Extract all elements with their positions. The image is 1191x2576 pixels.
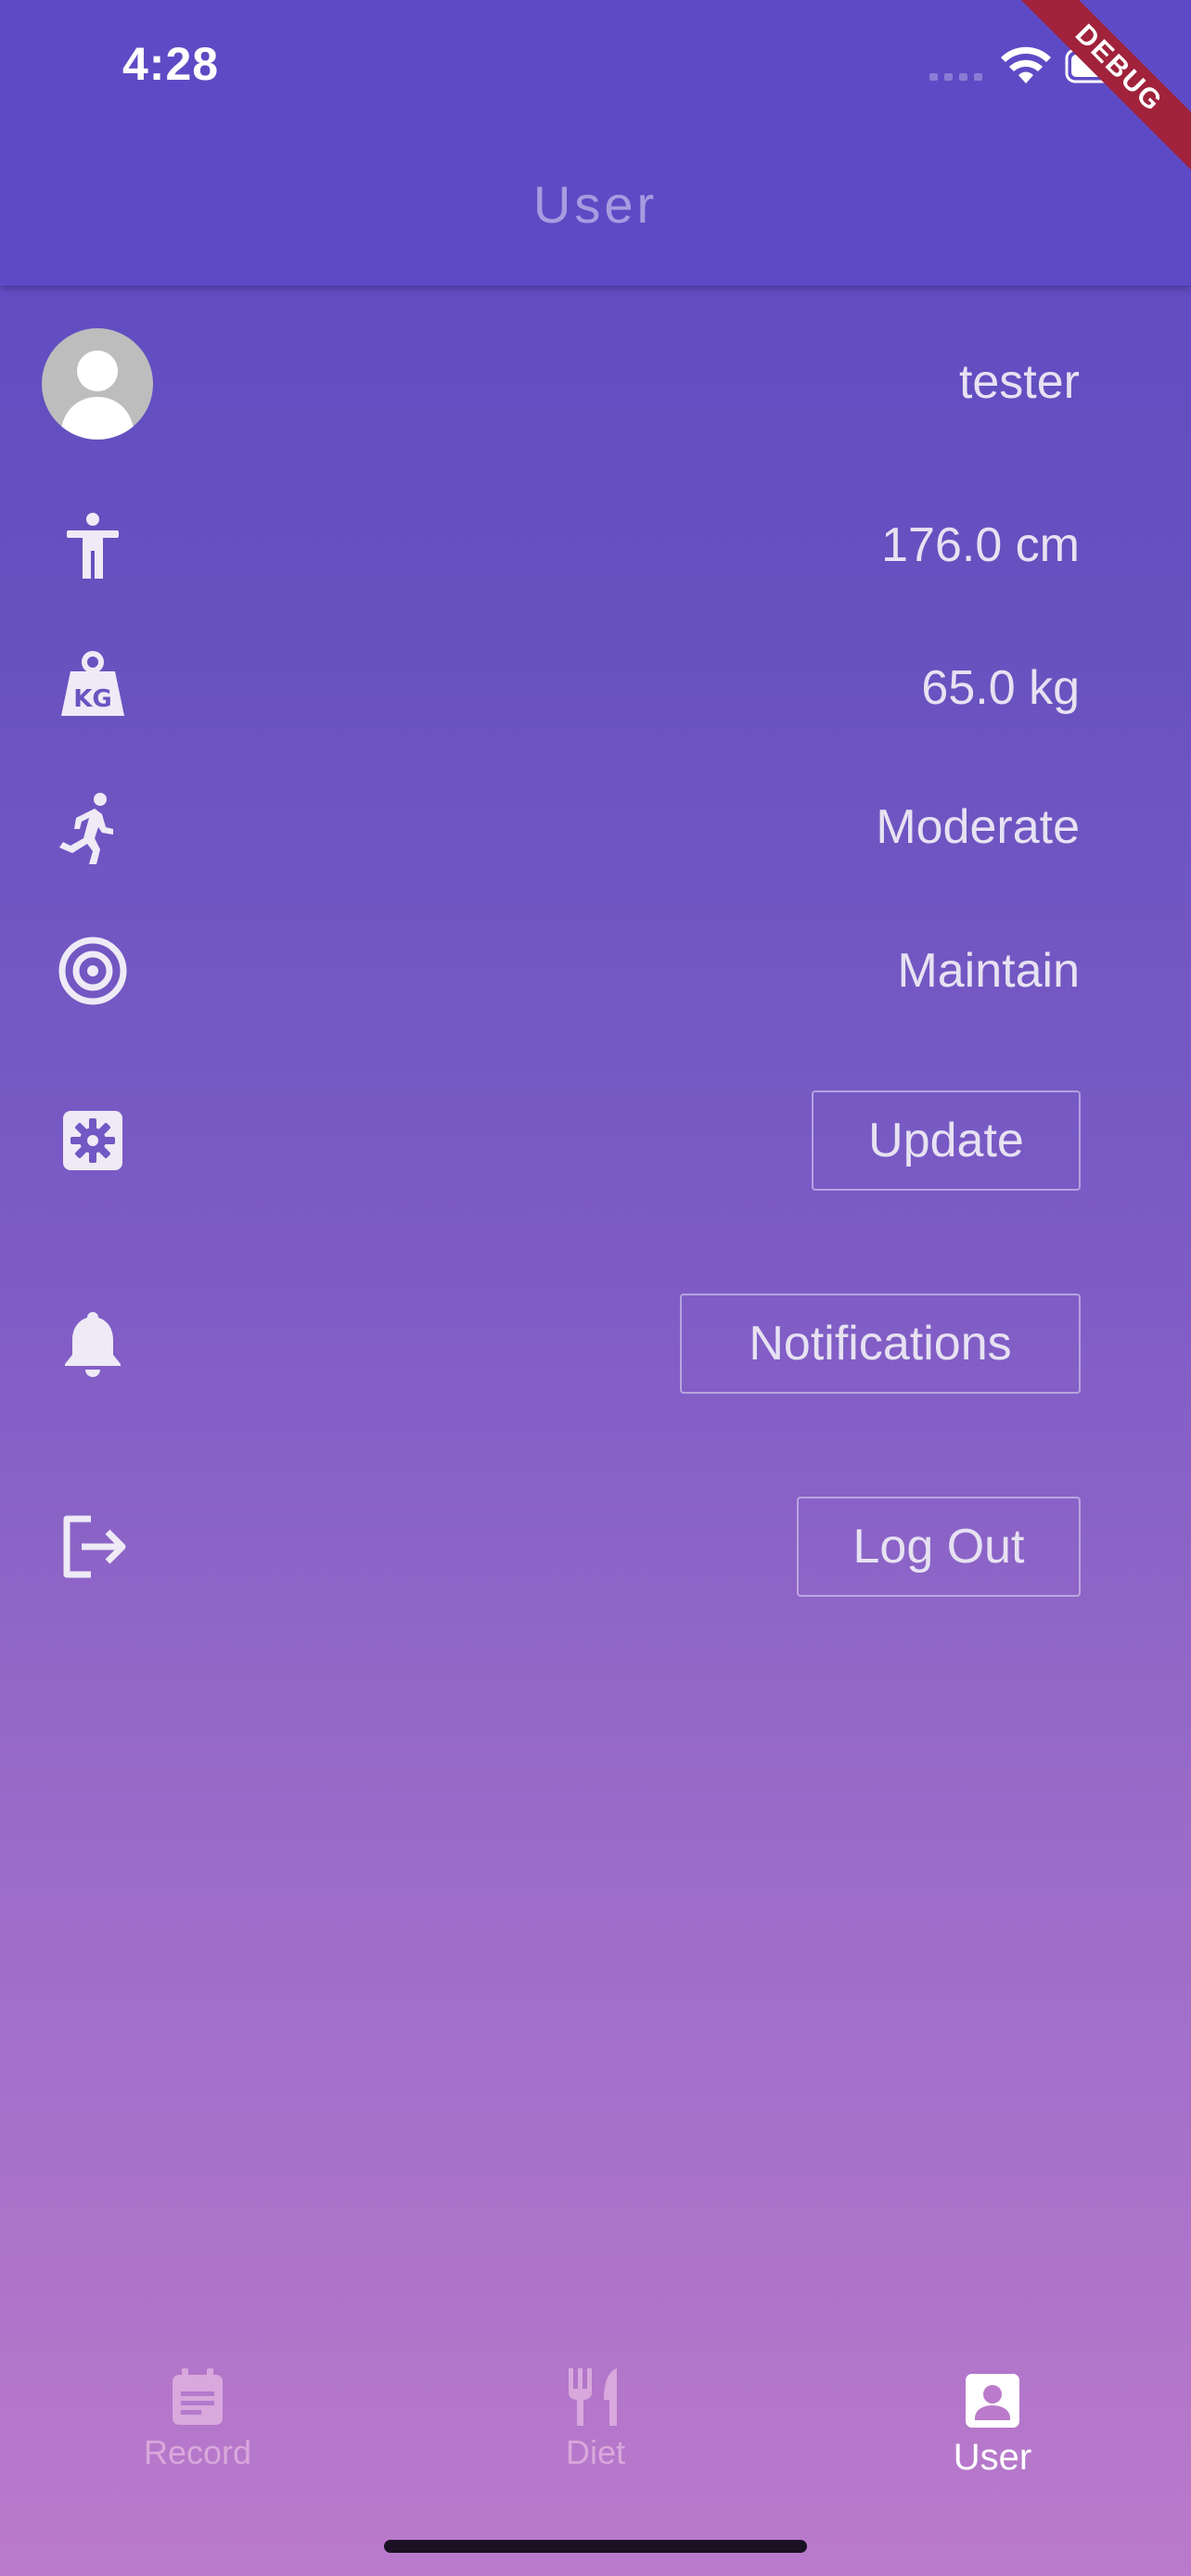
height-value: 176.0 cm <box>881 518 1080 572</box>
weight-value: 65.0 kg <box>921 661 1080 715</box>
nav-item-user[interactable]: User <box>900 2370 1085 2479</box>
fork-knife-icon <box>569 2368 617 2426</box>
svg-text:KG: KG <box>73 685 112 713</box>
status-time: 4:28 <box>122 38 220 90</box>
nav-label-user: User <box>953 2437 1032 2478</box>
debug-ribbon: DEBUG <box>1005 0 1191 185</box>
nav-label-record: Record <box>143 2433 252 2471</box>
bottom-navigation: Record Diet User <box>0 2346 1191 2513</box>
page-title: User <box>532 175 659 234</box>
cellular-signal-icon <box>929 73 982 81</box>
update-button[interactable]: Update <box>812 1090 1081 1191</box>
activity-value: Moderate <box>876 800 1080 854</box>
notifications-button[interactable]: Notifications <box>680 1294 1081 1394</box>
nav-item-record[interactable]: Record <box>105 2366 290 2472</box>
goal-value: Maintain <box>897 944 1080 998</box>
debug-banner: DEBUG <box>1005 0 1191 185</box>
app-bar: 4:28 DEBUG User <box>0 0 1191 286</box>
accessibility-icon <box>54 508 132 586</box>
home-indicator <box>384 2540 807 2553</box>
avatar <box>42 328 153 440</box>
logout-button[interactable]: Log Out <box>797 1497 1081 1597</box>
logout-icon <box>54 1508 132 1586</box>
running-icon <box>54 790 132 868</box>
person-silhouette-icon <box>60 351 134 440</box>
weight-kg-icon: KG <box>54 649 132 727</box>
user-card-icon <box>966 2374 1019 2428</box>
nav-label-diet: Diet <box>565 2433 626 2471</box>
username: tester <box>958 355 1080 409</box>
bell-icon <box>54 1305 132 1383</box>
nav-item-diet[interactable]: Diet <box>503 2366 688 2472</box>
settings-gear-icon <box>54 1102 132 1180</box>
target-icon <box>54 932 132 1010</box>
calendar-note-icon <box>173 2368 223 2425</box>
